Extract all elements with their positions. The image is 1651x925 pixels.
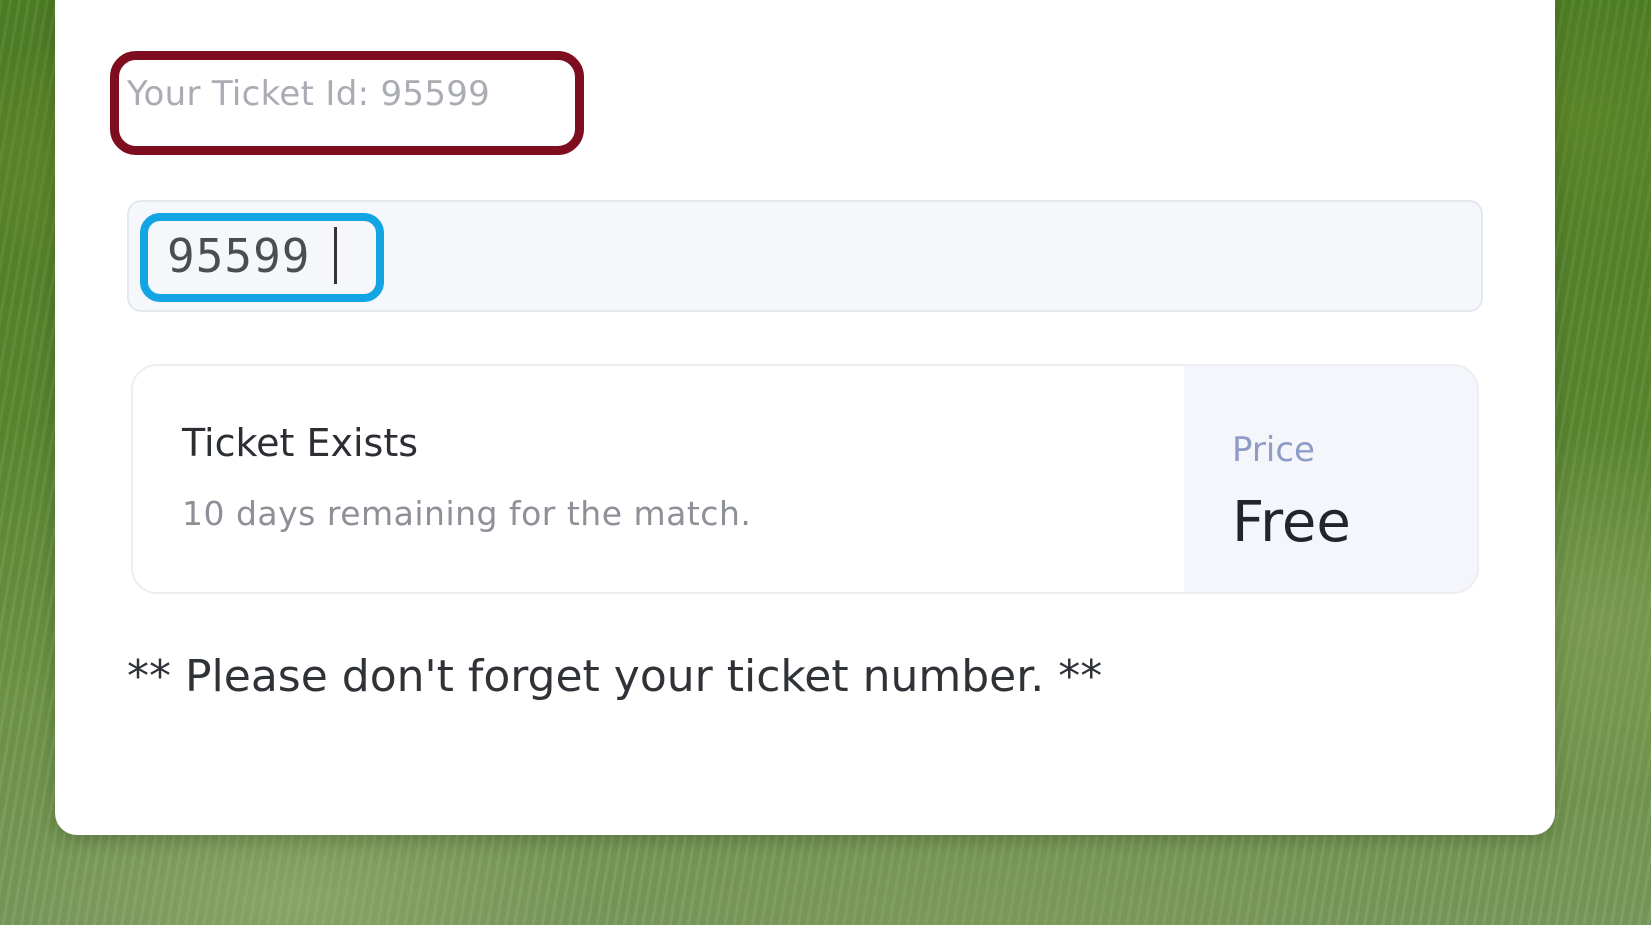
ticket-status-panel: Ticket Exists 10 days remaining for the …: [131, 364, 1479, 594]
ticket-reminder-text: ** Please don't forget your ticket numbe…: [127, 651, 1103, 702]
text-caret: [334, 227, 337, 284]
status-title: Ticket Exists: [182, 421, 419, 465]
price-box: Price Free: [1184, 366, 1477, 592]
price-value: Free: [1232, 490, 1351, 555]
price-label: Price: [1232, 430, 1315, 470]
ticket-id-label: Your Ticket Id: 95599: [127, 74, 491, 114]
ticket-number-input[interactable]: [127, 200, 1483, 312]
days-remaining-text: 10 days remaining for the match.: [182, 494, 752, 533]
